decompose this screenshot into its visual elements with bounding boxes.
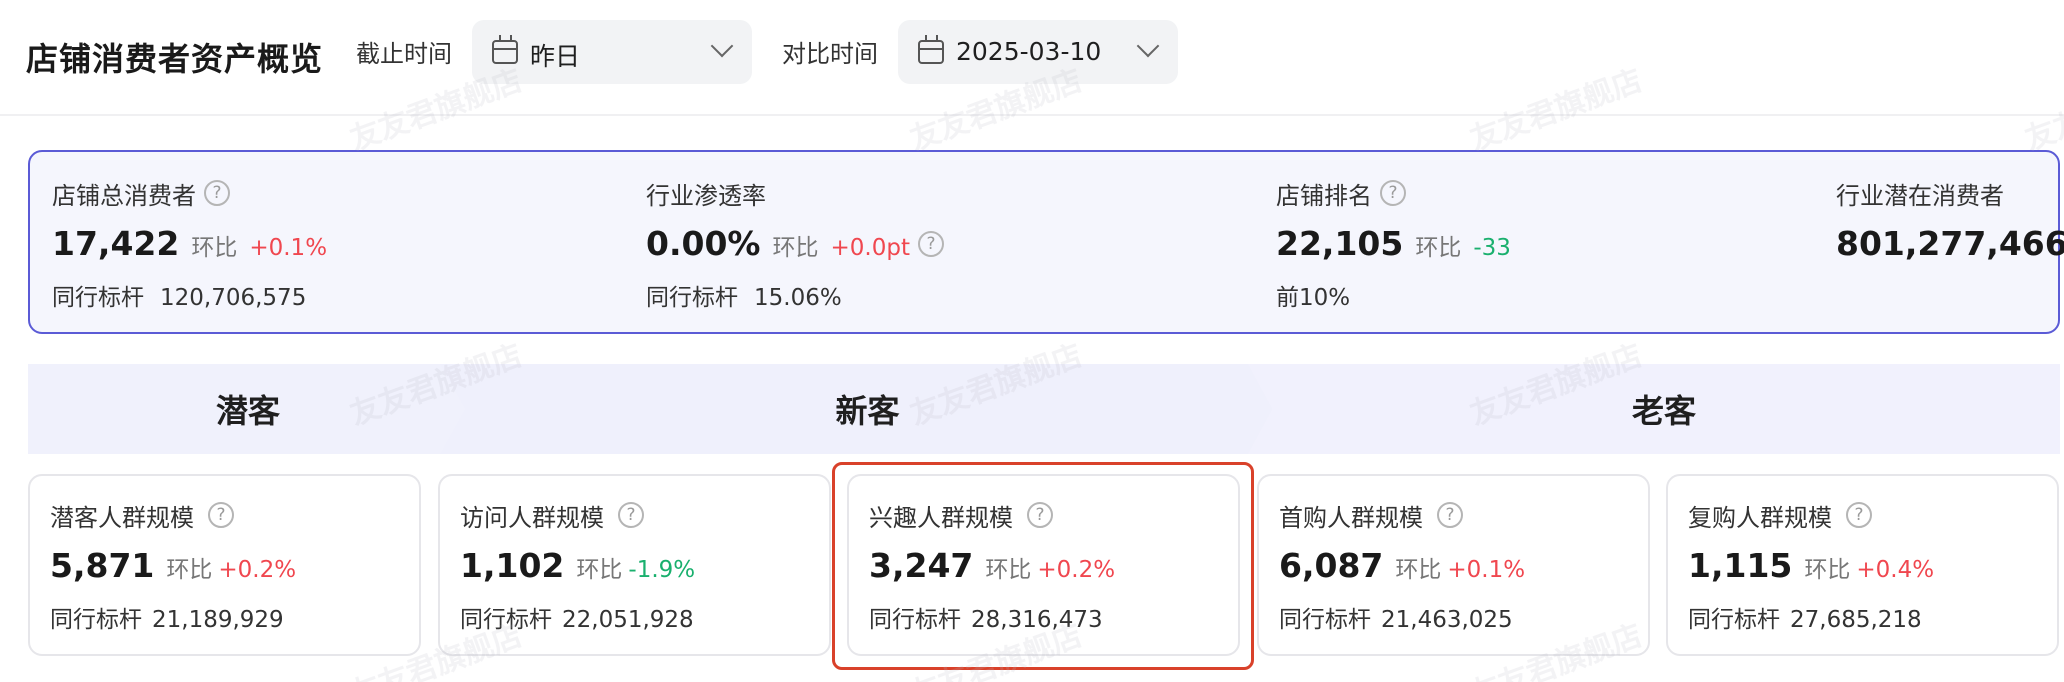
card-label: 访问人群规模 xyxy=(460,503,604,532)
metric-value: 17,422 xyxy=(52,224,180,263)
calendar-icon xyxy=(918,35,944,64)
change-value: -1.9% xyxy=(628,557,696,583)
calendar-icon xyxy=(492,35,518,64)
rank-note: 前10% xyxy=(1276,285,1351,311)
change-label: 环比 xyxy=(1395,557,1442,583)
change-value: +0.4% xyxy=(1856,557,1935,583)
help-icon[interactable]: ? xyxy=(1846,502,1872,528)
change-label: 环比 xyxy=(166,557,213,583)
compare-time-value: 2025-03-10 xyxy=(956,37,1102,66)
card-first-purchase-crowd[interactable]: 首购人群规模? 6,087 环比 +0.1% 同行标杆 21,463,025 xyxy=(1257,474,1650,656)
metric-total-consumers: 店铺总消费者 ? 17,422 环比 +0.1% 同行标杆 120,706,575 xyxy=(52,176,327,312)
summary-panel: 店铺总消费者 ? 17,422 环比 +0.1% 同行标杆 120,706,575… xyxy=(28,150,2064,334)
change-value: +0.2% xyxy=(218,557,297,583)
help-icon[interactable]: ? xyxy=(618,502,644,528)
metric-label: 店铺排名 xyxy=(1276,181,1372,210)
card-label: 潜客人群规模 xyxy=(50,503,194,532)
benchmark-value: 22,051,928 xyxy=(562,607,694,633)
change-label: 环比 xyxy=(576,557,623,583)
benchmark-value: 27,685,218 xyxy=(1790,607,1922,633)
change-value: +0.1% xyxy=(1447,557,1526,583)
benchmark-value: 21,189,929 xyxy=(152,607,284,633)
compare-time-label: 对比时间 xyxy=(782,40,878,68)
benchmark-label: 同行标杆 xyxy=(1279,607,1371,633)
benchmark-label: 同行标杆 xyxy=(1688,607,1780,633)
help-icon[interactable]: ? xyxy=(208,502,234,528)
card-value: 5,871 xyxy=(50,546,155,585)
header-bar: 店铺消费者资产概览 截止时间 昨日 对比时间 2025-03-10 xyxy=(0,0,2064,116)
change-label: 环比 xyxy=(191,235,238,261)
benchmark-label: 同行标杆 xyxy=(460,607,552,633)
page-title: 店铺消费者资产概览 xyxy=(26,40,324,78)
metric-label: 行业潜在消费者 xyxy=(1836,181,2004,210)
stage-new: 新客 xyxy=(440,364,1275,454)
card-potential-crowd[interactable]: 潜客人群规模? 5,871 环比 +0.2% 同行标杆 21,189,929 xyxy=(28,474,421,656)
help-icon[interactable]: ? xyxy=(1380,180,1406,206)
benchmark-value: 21,463,025 xyxy=(1381,607,1513,633)
benchmark-value: 120,706,575 xyxy=(160,285,307,311)
stage-returning: 老客 xyxy=(1248,364,2060,454)
metric-rank: 店铺排名 ? 22,105 环比 -33 前10% xyxy=(1276,176,1511,312)
card-value: 1,102 xyxy=(460,546,565,585)
chevron-down-icon xyxy=(1136,34,1160,58)
card-visit-crowd[interactable]: 访问人群规模? 1,102 环比 -1.9% 同行标杆 22,051,928 xyxy=(438,474,831,656)
stage-potential: 潜客 xyxy=(28,364,468,454)
metric-value: 0.00% xyxy=(646,224,761,263)
card-repeat-purchase-crowd[interactable]: 复购人群规模? 1,115 环比 +0.4% 同行标杆 27,685,218 xyxy=(1666,474,2059,656)
chevron-down-icon xyxy=(710,34,734,58)
change-value: -33 xyxy=(1473,235,1511,261)
change-value: +0.0pt xyxy=(830,235,910,261)
benchmark-label: 同行标杆 xyxy=(50,607,142,633)
benchmark-value: 15.06% xyxy=(754,285,842,311)
metric-penetration: 行业渗透率 0.00% 环比 +0.0pt ? 同行标杆 15.06% xyxy=(646,176,944,312)
card-label: 复购人群规模 xyxy=(1688,503,1832,532)
help-icon[interactable]: ? xyxy=(1437,502,1463,528)
end-time-select[interactable]: 昨日 xyxy=(472,20,752,84)
change-label: 环比 xyxy=(772,235,819,261)
selection-highlight xyxy=(832,462,1254,670)
benchmark-label: 同行标杆 xyxy=(52,285,144,311)
card-label: 首购人群规模 xyxy=(1279,503,1423,532)
metric-label: 行业渗透率 xyxy=(646,181,766,210)
help-icon[interactable]: ? xyxy=(204,180,230,206)
end-time-label: 截止时间 xyxy=(356,40,452,68)
help-icon[interactable]: ? xyxy=(917,231,944,257)
metric-value: 22,105 xyxy=(1276,224,1404,263)
compare-time-select[interactable]: 2025-03-10 xyxy=(898,20,1178,84)
metric-potential: 行业潜在消费者 801,277,466 xyxy=(1836,176,2064,264)
end-time-value: 昨日 xyxy=(530,42,581,71)
metric-label: 店铺总消费者 xyxy=(52,181,196,210)
metric-value: 801,277,466 xyxy=(1836,224,2064,263)
change-label: 环比 xyxy=(1804,557,1851,583)
change-value: +0.1% xyxy=(249,235,328,261)
change-label: 环比 xyxy=(1415,235,1462,261)
card-value: 6,087 xyxy=(1279,546,1384,585)
card-value: 1,115 xyxy=(1688,546,1793,585)
benchmark-label: 同行标杆 xyxy=(646,285,738,311)
